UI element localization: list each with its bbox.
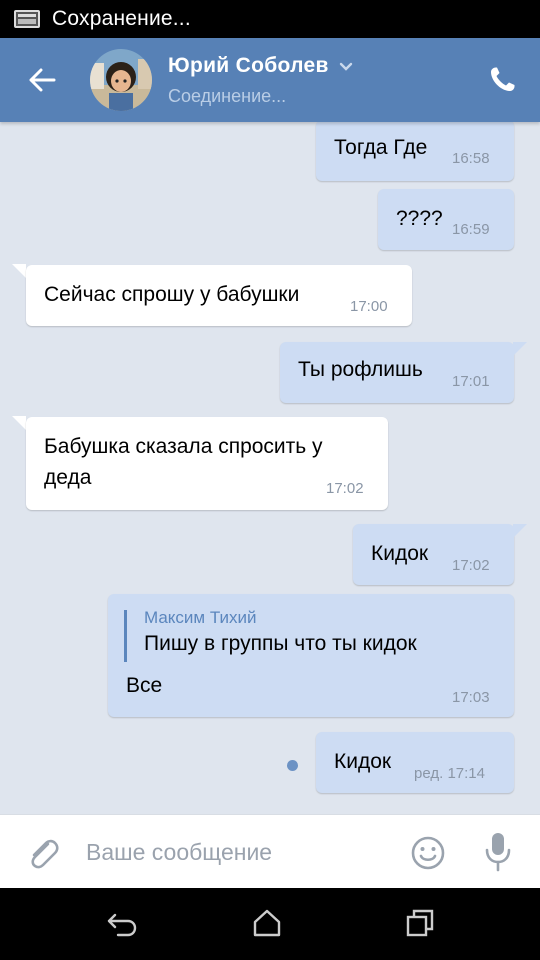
nav-back-icon[interactable] [106,910,138,938]
chat-header: Юрий Соболев Соединение... [0,38,540,122]
microphone-icon[interactable] [482,831,514,873]
message-bubble[interactable]: ???? 16:59 [378,189,514,250]
image-icon [14,10,40,28]
message-bubble[interactable]: Кидок ред. 17:14 [316,732,514,793]
smiley-icon[interactable] [410,835,446,871]
message-bubble[interactable]: Тогда Где 16:58 [316,122,514,181]
message-text: Кидок [371,542,429,565]
message-text: ???? [396,207,443,230]
bubble-tail [12,264,26,278]
message-bubble[interactable]: Максим Тихий Пишу в группы что ты кидок … [108,594,514,717]
bubble-tail [513,524,527,538]
message-text-line1: Бабушка сказала спросить у [44,435,323,458]
nav-home-icon[interactable] [252,908,282,938]
bubble-tail [12,416,26,430]
message-bubble[interactable]: Кидок 17:02 [353,524,514,585]
message-time: 16:59 [452,221,490,238]
back-button[interactable] [0,38,84,122]
message-time: 17:01 [452,373,490,390]
message-text: Тогда Где [334,136,428,159]
message-text-line2: деда [44,466,92,489]
message-time: 16:58 [452,150,490,167]
message-bubble[interactable]: Ты рофлишь 17:01 [280,342,514,403]
paperclip-icon[interactable] [24,835,62,873]
message-time: ред. 17:14 [414,765,485,782]
quote-bar [124,610,127,662]
message-bubble[interactable]: Сейчас спрошу у бабушки 17:00 [26,265,412,326]
message-text: Ты рофлишь [298,358,423,381]
message-text: Все [126,674,163,697]
status-bar: Сохранение... [0,0,540,38]
nav-recent-icon[interactable] [405,908,435,938]
quote-author[interactable]: Максим Тихий [144,608,256,628]
message-time: 17:00 [350,298,388,315]
message-input[interactable] [86,829,386,875]
avatar[interactable] [90,49,152,111]
contact-name[interactable]: Юрий Соболев [168,54,329,78]
unread-indicator [287,760,298,771]
quote-text: Пишу в группы что ты кидок [144,632,417,655]
message-time: 17:02 [452,557,490,574]
phone-icon[interactable] [486,64,518,96]
message-text: Сейчас спрошу у бабушки [44,283,300,306]
message-time: 17:02 [326,480,364,497]
message-time: 17:03 [452,689,490,706]
message-bubble[interactable]: Бабушка сказала спросить у деда 17:02 [26,417,388,510]
chevron-down-icon[interactable] [339,62,353,72]
arrow-left-icon [29,68,56,92]
status-text: Сохранение... [52,7,191,30]
message-composer [0,814,540,888]
message-text: Кидок [334,750,392,773]
bubble-tail [513,342,527,356]
system-nav-bar [0,888,540,960]
connection-status: Соединение... [168,85,287,106]
message-list[interactable]: Тогда Где 16:58 ???? 16:59 Сейчас спрошу… [0,122,540,814]
